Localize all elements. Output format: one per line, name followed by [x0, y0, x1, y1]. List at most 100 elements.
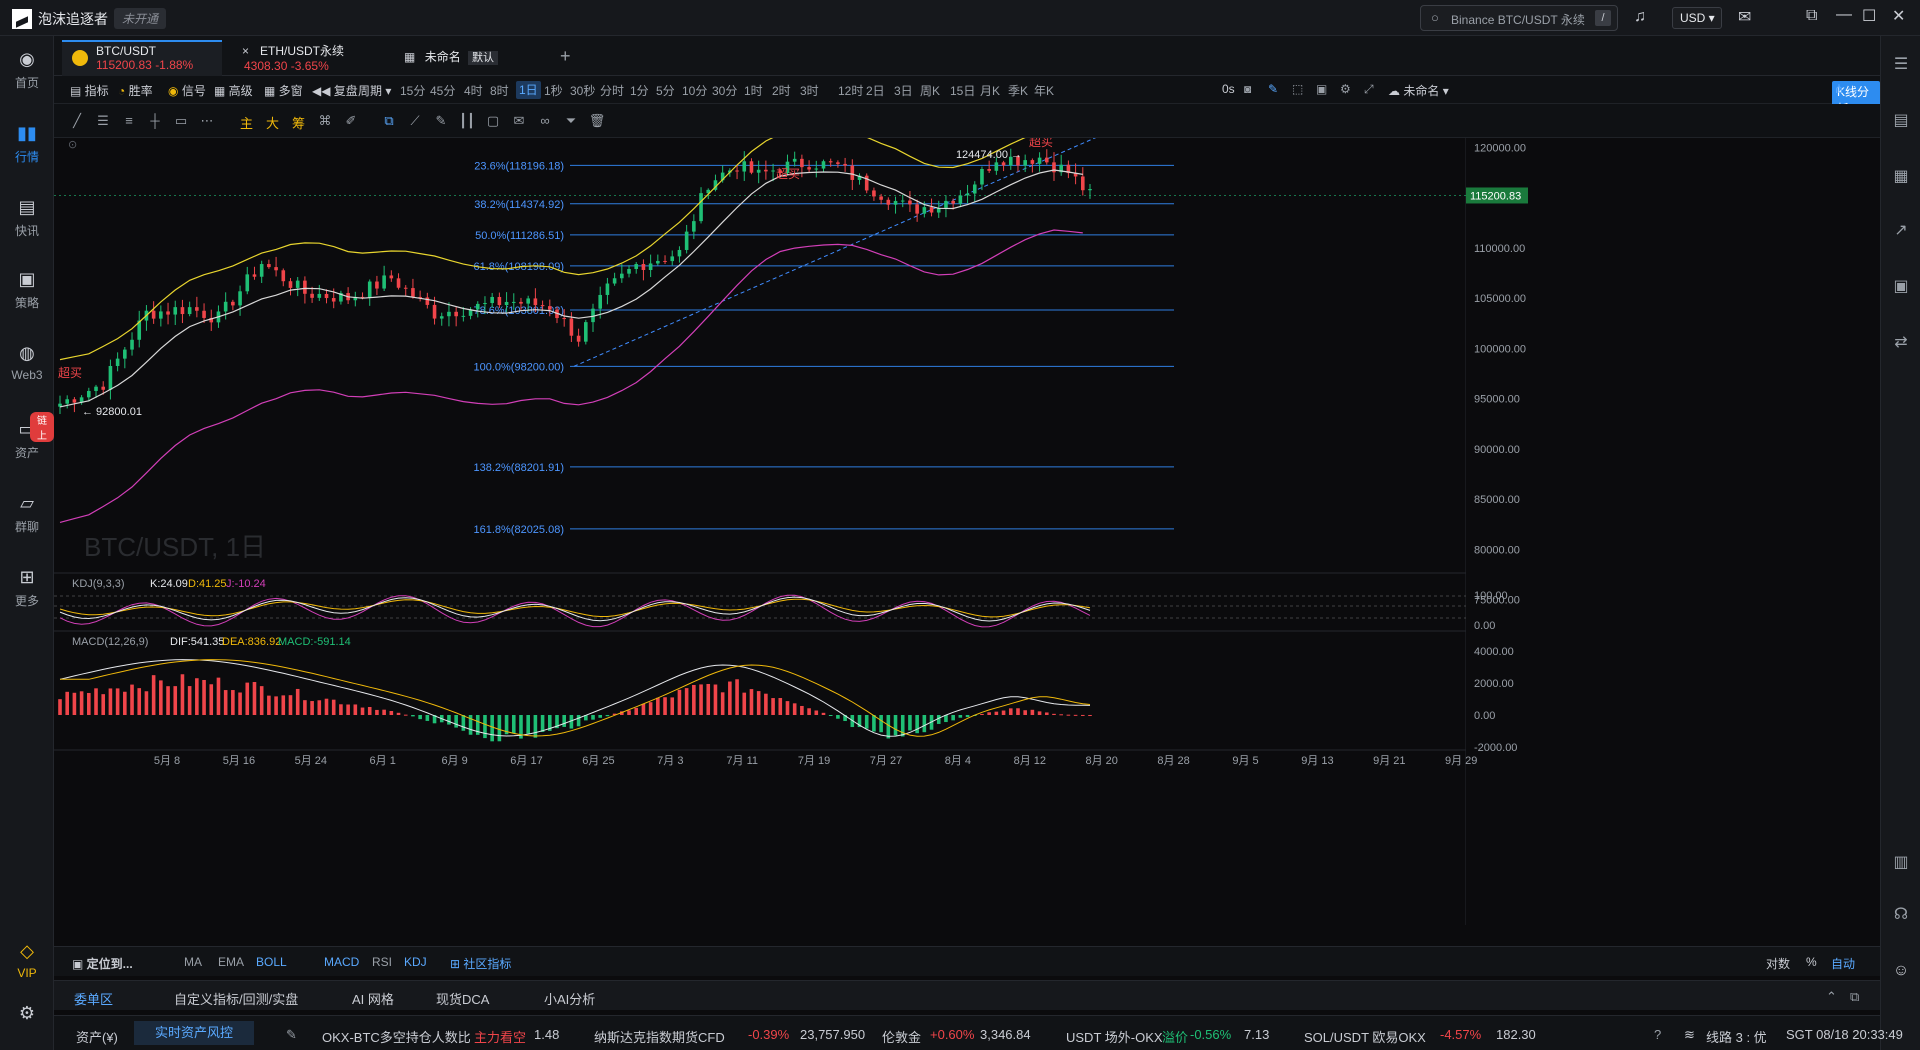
- trendline-icon[interactable]: ╱: [68, 112, 86, 130]
- sidebar-item-news[interactable]: ▤ 快讯: [0, 196, 54, 239]
- interval-5[interactable]: 1秒: [544, 82, 563, 99]
- pen-icon[interactable]: ✎: [1268, 82, 1278, 96]
- signal-button[interactable]: ◉ 信号: [168, 82, 206, 99]
- community-indicators-button[interactable]: ⊞ 社区指标: [450, 955, 511, 972]
- winrate-button[interactable]: ◔ 胜率: [118, 82, 153, 99]
- camera-icon[interactable]: ◙: [1244, 82, 1251, 96]
- fullscreen-icon[interactable]: ⤢: [1364, 82, 1374, 97]
- close-tab-icon[interactable]: ×: [242, 44, 249, 58]
- sidebar-item-assets[interactable]: ▭ 链上 资产: [0, 412, 54, 461]
- indicators-button[interactable]: ▤ 指标: [70, 82, 109, 99]
- layout-name-dropdown[interactable]: ☁ 未命名 ▾: [1388, 82, 1449, 99]
- layout-icon[interactable]: ▥: [1891, 852, 1911, 872]
- mail-icon[interactable]: ✉: [1738, 7, 1751, 27]
- image-icon[interactable]: ▣: [1316, 82, 1327, 96]
- tab-eth-usdt[interactable]: × ETH/USDT永续 4308.30 -3.65%: [234, 40, 384, 76]
- interval-2[interactable]: 4时: [464, 82, 483, 99]
- interval-13[interactable]: 2时: [772, 82, 791, 99]
- minimize-icon[interactable]: —: [1836, 6, 1852, 24]
- interval-20[interactable]: 月K: [980, 82, 1000, 99]
- copy-icon[interactable]: ⧉: [380, 112, 398, 130]
- interval-19[interactable]: 15日: [950, 82, 975, 99]
- interval-11[interactable]: 30分: [712, 82, 737, 99]
- account-status-badge[interactable]: 未开通: [114, 8, 167, 29]
- note-icon[interactable]: ✉: [510, 112, 528, 130]
- rectangle-icon[interactable]: ▭: [172, 112, 190, 130]
- pencil-icon[interactable]: ✎: [432, 112, 450, 130]
- realtime-risk-button[interactable]: 实时资产风控: [134, 1021, 254, 1045]
- interval-12[interactable]: 1时: [744, 82, 763, 99]
- popout-icon[interactable]: ⧉: [1806, 7, 1817, 25]
- headset-icon[interactable]: ☊: [1891, 904, 1911, 924]
- settings-button[interactable]: ⚙: [0, 1002, 54, 1028]
- ticker-name[interactable]: SOL/USDT 欧易OKX: [1304, 1027, 1426, 1046]
- rsi-toggle[interactable]: RSI: [372, 955, 392, 969]
- ticker-name[interactable]: OKX-BTC多空持仓人数比: [322, 1027, 471, 1046]
- close-icon[interactable]: ✕: [1892, 6, 1905, 26]
- watchlist-icon[interactable]: ☰: [1891, 54, 1911, 74]
- sidebar-item-web3[interactable]: ◍ Web3: [0, 342, 54, 382]
- network-line-status[interactable]: 线路 3 : 优: [1706, 1027, 1767, 1046]
- interval-18[interactable]: 周K: [920, 82, 940, 99]
- ticker-name[interactable]: 纳斯达克指数期货CFD: [594, 1027, 725, 1046]
- advanced-button[interactable]: ▦ 高级: [214, 82, 253, 99]
- screenshot-icon[interactable]: ⬚: [1292, 82, 1303, 96]
- symbol-search-input[interactable]: ○ Binance BTC/USDT 永续 /: [1420, 5, 1618, 31]
- interval-14[interactable]: 3时: [800, 82, 819, 99]
- maximize-icon[interactable]: ☐: [1862, 6, 1876, 26]
- link-icon[interactable]: ∞: [536, 112, 554, 130]
- tab-custom-indicator[interactable]: 自定义指标/回测/实盘: [174, 989, 298, 1008]
- parallel-lines-icon[interactable]: ☰: [94, 112, 112, 130]
- tab-btc-usdt[interactable]: BTC/USDT 115200.83 -1.88%: [62, 40, 222, 76]
- tab-ai-grid[interactable]: AI 网格: [352, 989, 394, 1008]
- main-chart-toggle[interactable]: 主: [240, 113, 253, 132]
- tab-spot-dca[interactable]: 现货DCA: [436, 989, 489, 1008]
- interval-3[interactable]: 8时: [490, 82, 509, 99]
- interval-16[interactable]: 2日: [866, 82, 885, 99]
- exchange-icon[interactable]: ⇄: [1891, 332, 1911, 352]
- expand-panel-icon[interactable]: ⧉: [1850, 989, 1859, 1005]
- tab-layout-unnamed[interactable]: ▦ 未命名 默认: [394, 40, 544, 76]
- interval-0[interactable]: 15分: [400, 82, 425, 99]
- sidebar-item-home[interactable]: ◉ 首页: [0, 48, 54, 91]
- horizontal-lines-icon[interactable]: ≡: [120, 112, 138, 130]
- interval-4[interactable]: 1日: [516, 81, 541, 99]
- sidebar-item-chat[interactable]: ▱ 群聊: [0, 492, 54, 535]
- sidebar-item-market[interactable]: ▮▮ 行情: [0, 122, 54, 165]
- more-tools-icon[interactable]: ⋯: [198, 112, 216, 130]
- replay-button[interactable]: ◀◀ 复盘: [312, 82, 358, 99]
- trend-icon[interactable]: ↗: [1891, 220, 1911, 240]
- interval-9[interactable]: 5分: [656, 82, 675, 99]
- filter-icon[interactable]: ⏷: [562, 112, 580, 130]
- bell-icon[interactable]: ♫: [1634, 8, 1646, 26]
- period-dropdown[interactable]: 周期 ▾: [358, 82, 391, 99]
- tab-orders[interactable]: 委单区: [74, 989, 113, 1008]
- notes-icon[interactable]: ▤: [1891, 110, 1911, 130]
- calendar-icon[interactable]: ▦: [1891, 166, 1911, 186]
- sidebar-item-more[interactable]: ⊞ 更多: [0, 566, 54, 609]
- help-icon[interactable]: ?: [1654, 1027, 1661, 1042]
- tab-ai-analysis[interactable]: 小AI分析: [544, 989, 595, 1008]
- interval-7[interactable]: 分时: [600, 82, 624, 99]
- interval-17[interactable]: 3日: [894, 82, 913, 99]
- auto-scale-toggle[interactable]: 自动: [1831, 955, 1855, 972]
- data-icon[interactable]: ▣: [1891, 276, 1911, 296]
- price-chart-svg[interactable]: BTC/USDT, 1日⊙125000.00120000.00115000.00…: [54, 92, 1880, 925]
- ticker-name[interactable]: USDT 场外-OKX: [1066, 1027, 1163, 1046]
- interval-15[interactable]: 12时: [838, 82, 863, 99]
- locate-button[interactable]: ▣ 定位到...: [72, 955, 133, 972]
- big-order-toggle[interactable]: 大: [266, 113, 279, 132]
- macd-toggle[interactable]: MACD: [324, 955, 359, 969]
- ticker-name[interactable]: 伦敦金: [882, 1027, 921, 1046]
- interval-6[interactable]: 30秒: [570, 82, 595, 99]
- bot-avatar-icon[interactable]: ☺: [1891, 962, 1911, 982]
- chips-toggle[interactable]: 筹: [292, 113, 305, 132]
- interval-1[interactable]: 45分: [430, 82, 455, 99]
- percent-scale-toggle[interactable]: %: [1806, 955, 1817, 969]
- boll-toggle[interactable]: BOLL: [256, 955, 287, 969]
- chart-area[interactable]: BTC/USDT, 1日⊙125000.00120000.00115000.00…: [54, 92, 1880, 925]
- share-icon[interactable]: ⋔: [1834, 82, 1844, 96]
- candle-icon[interactable]: ┃┃: [458, 112, 476, 130]
- kdj-toggle[interactable]: KDJ: [404, 955, 427, 969]
- log-scale-toggle[interactable]: 对数: [1766, 955, 1790, 972]
